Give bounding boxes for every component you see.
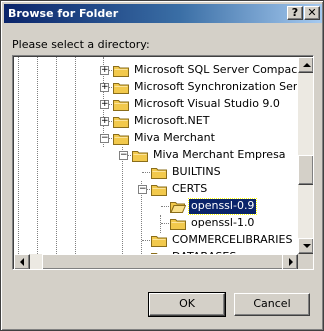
folder-icon	[113, 117, 129, 128]
tree-item[interactable]: + Microsoft SQL Server Compact Ed	[14, 62, 297, 79]
window-title: Browse for Folder	[8, 7, 119, 20]
folder-icon	[113, 66, 129, 77]
folder-icon	[113, 83, 129, 94]
tree-item-label: openssl-0.9	[187, 198, 258, 215]
collapse-icon[interactable]: −	[119, 151, 128, 160]
scroll-up-button[interactable]	[298, 57, 313, 73]
scroll-down-button[interactable]	[298, 238, 313, 254]
tree-item-label: CERTS	[172, 182, 208, 195]
scrollbar-corner	[298, 254, 313, 269]
tree-item-label: Miva Merchant	[134, 131, 215, 144]
tree-item[interactable]: − CERTS	[14, 181, 297, 198]
prompt-text: Please select a directory:	[12, 38, 150, 51]
vertical-scroll-thumb[interactable]	[298, 155, 313, 185]
tree-item[interactable]: + Microsoft.NET	[14, 113, 297, 130]
tree-item[interactable]: openssl-1.0	[14, 215, 297, 232]
tree-item[interactable]: COMMERCELIBRARIES	[14, 232, 297, 249]
tree-item-label: BUILTINS	[172, 165, 221, 178]
collapse-icon[interactable]: −	[100, 134, 109, 143]
tree-item[interactable]: BUILTINS	[14, 164, 297, 181]
tree-item-label: COMMERCELIBRARIES	[172, 233, 293, 246]
expand-icon[interactable]: +	[100, 66, 109, 75]
folder-icon	[151, 236, 167, 247]
title-bar[interactable]: Browse for Folder ? ✕	[4, 4, 322, 23]
folder-icon	[132, 151, 148, 162]
tree-item[interactable]: − Miva Merchant Empresa	[14, 147, 297, 164]
tree-item-label: Microsoft SQL Server Compact Ed	[134, 63, 297, 76]
folder-icon	[113, 134, 129, 145]
tree-item-label: Microsoft Synchronization Service	[134, 80, 297, 93]
folder-tree-view[interactable]: + Microsoft SQL Server Compact Ed + Microso…	[12, 55, 314, 270]
folder-icon	[170, 219, 186, 230]
tree-item[interactable]: openssl-0.9	[14, 198, 297, 215]
folder-icon	[113, 100, 129, 111]
scroll-left-button[interactable]	[14, 254, 30, 269]
help-button[interactable]: ?	[287, 6, 303, 20]
tree-item-label: Microsoft Visual Studio 9.0	[134, 97, 280, 110]
tree-item[interactable]: + Microsoft Synchronization Service	[14, 79, 297, 96]
collapse-icon[interactable]: −	[138, 185, 147, 194]
right-arrow-icon	[289, 258, 293, 266]
browse-for-folder-dialog: Browse for Folder ? ✕ Please select a di…	[0, 0, 324, 331]
folder-tree: + Microsoft SQL Server Compact Ed + Microso…	[14, 57, 297, 254]
up-arrow-icon	[303, 63, 311, 67]
expand-icon[interactable]: +	[100, 100, 109, 109]
tree-item-label: Microsoft.NET	[134, 114, 210, 127]
close-button[interactable]: ✕	[304, 6, 320, 20]
folder-icon	[151, 185, 167, 196]
tree-item-label: Miva Merchant Empresa	[153, 148, 286, 161]
open-folder-icon	[170, 202, 186, 213]
cancel-button[interactable]: Cancel	[234, 293, 310, 316]
expand-icon[interactable]: +	[100, 117, 109, 126]
tree-item-label: openssl-1.0	[191, 216, 255, 229]
folder-icon	[151, 168, 167, 179]
left-arrow-icon	[20, 258, 24, 266]
down-arrow-icon	[303, 244, 311, 248]
horizontal-scroll-thumb[interactable]	[42, 254, 288, 269]
scroll-right-button[interactable]	[282, 254, 298, 269]
tree-item[interactable]: − Miva Merchant	[14, 130, 297, 147]
expand-icon[interactable]: +	[100, 83, 109, 92]
vertical-scrollbar[interactable]	[298, 57, 313, 254]
tree-item[interactable]: + Microsoft Visual Studio 9.0	[14, 96, 297, 113]
ok-button[interactable]: OK	[148, 292, 226, 317]
horizontal-scrollbar[interactable]	[14, 254, 298, 269]
